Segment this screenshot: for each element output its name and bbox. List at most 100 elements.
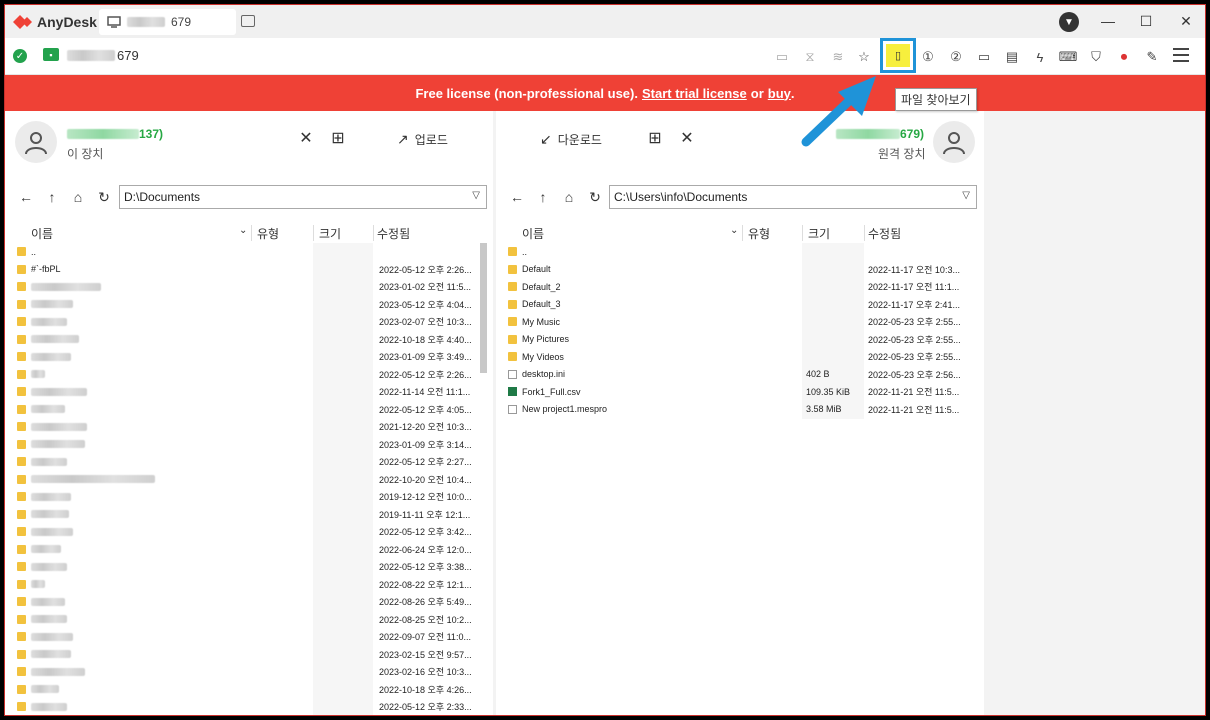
table-row[interactable]: My Music 2022-05-23 오후 2:55... (496, 313, 984, 331)
new-tab-icon[interactable] (241, 15, 255, 27)
close-button[interactable]: ✕ (1175, 11, 1197, 31)
col-type[interactable]: 유형 (748, 225, 770, 242)
table-row[interactable]: 2023-02-16 오전 10:3... (5, 663, 493, 681)
table-row[interactable]: 2022-05-12 오후 2:27... (5, 453, 493, 471)
new-folder-icon[interactable]: ⊞ (329, 129, 347, 147)
table-row[interactable]: Default 2022-11-17 오전 10:3... (496, 261, 984, 279)
monitor-2-icon[interactable]: ② (945, 46, 967, 68)
new-folder-icon[interactable]: ⊞ (646, 129, 664, 147)
table-row[interactable]: 2019-12-12 오전 10:0... (5, 488, 493, 506)
file-date: 2023-01-02 오전 11:5... (379, 282, 471, 293)
table-row[interactable]: 2022-05-12 오후 3:42... (5, 523, 493, 541)
table-row[interactable]: 2023-02-07 오전 10:3... (5, 313, 493, 331)
file-name: .. (31, 246, 37, 257)
up-icon[interactable]: ↑ (43, 188, 61, 206)
table-row[interactable]: .. (5, 243, 493, 261)
hourglass-icon[interactable]: ⧖ (799, 46, 821, 68)
table-row[interactable]: 2021-12-20 오전 10:3... (5, 418, 493, 436)
back-icon[interactable]: ← (17, 188, 35, 206)
table-row[interactable]: #`-fbPL 2022-05-12 오후 2:26... (5, 261, 493, 279)
display-icon[interactable]: ▭ (973, 46, 995, 68)
table-row[interactable]: 2023-01-02 오전 11:5... (5, 278, 493, 296)
table-row[interactable]: 2022-10-20 오전 10:4... (5, 471, 493, 489)
chat-icon[interactable]: ▤ (1001, 46, 1023, 68)
sort-chevron-icon[interactable]: ⌄ (239, 225, 247, 236)
chevron-down-icon[interactable]: ▽ (472, 190, 480, 201)
close-icon[interactable]: ✕ (297, 129, 315, 147)
table-row[interactable]: 2022-05-12 오후 3:38... (5, 558, 493, 576)
col-type[interactable]: 유형 (257, 225, 279, 242)
table-row[interactable]: 2022-08-26 오후 5:49... (5, 593, 493, 611)
database-icon[interactable]: ≋ (827, 46, 849, 68)
table-row[interactable]: 2023-05-12 오후 4:04... (5, 296, 493, 314)
table-row[interactable]: Fork1_Full.csv 109.35 KiB 2022-11-21 오전 11… (496, 383, 984, 401)
table-row[interactable]: .. (496, 243, 984, 261)
folder-icon (17, 614, 26, 624)
table-row[interactable]: Default_2 2022-11-17 오전 11:1... (496, 278, 984, 296)
back-icon[interactable]: ← (508, 188, 526, 206)
download-button[interactable]: ↙ 다운로드 (540, 131, 602, 148)
col-name[interactable]: 이름 (31, 225, 53, 242)
table-row[interactable]: desktop.ini 402 B 2022-05-23 오후 2:56... (496, 366, 984, 384)
file-browser-icon[interactable]: ▯ (886, 44, 910, 67)
banner-period: . (790, 85, 795, 101)
col-modified[interactable]: 수정됨 (868, 225, 901, 242)
col-size[interactable]: 크기 (808, 225, 830, 242)
screen-off-icon[interactable]: ▭ (771, 46, 793, 68)
table-row[interactable]: 2022-10-18 오후 4:40... (5, 331, 493, 349)
file-browser-button-highlight[interactable]: ▯ (880, 38, 916, 73)
up-icon[interactable]: ↑ (534, 188, 552, 206)
remote-path-text: C:\Users\info\Documents (614, 190, 748, 204)
redacted-file-name (31, 545, 61, 554)
start-trial-link[interactable]: Start trial license (642, 86, 747, 101)
table-row[interactable]: My Videos 2022-05-23 오후 2:55... (496, 348, 984, 366)
buy-link[interactable]: buy (768, 86, 791, 101)
table-row[interactable]: 2023-01-09 오후 3:49... (5, 348, 493, 366)
table-row[interactable]: New project1.mespro 3.58 MiB 2022-11-21 오전… (496, 401, 984, 419)
table-row[interactable]: 2022-11-14 오전 11:1... (5, 383, 493, 401)
maximize-button[interactable]: ☐ (1135, 11, 1157, 31)
table-row[interactable]: 2022-09-07 오전 11:0... (5, 628, 493, 646)
remote-monitor-icon[interactable]: ▪ (43, 48, 59, 61)
table-row[interactable]: 2019-11-11 오후 12:1... (5, 506, 493, 524)
hamburger-menu-icon[interactable] (1173, 48, 1189, 62)
table-row[interactable]: 2022-08-25 오전 10:2... (5, 611, 493, 629)
refresh-icon[interactable]: ↻ (586, 188, 604, 206)
home-icon[interactable]: ⌂ (69, 188, 87, 206)
shield-icon[interactable]: ⛉ (1085, 46, 1107, 68)
close-icon[interactable]: ✕ (678, 129, 696, 147)
record-icon[interactable]: ⏺ (1113, 46, 1135, 68)
refresh-icon[interactable]: ↻ (95, 188, 113, 206)
file-date: 2023-05-12 오후 4:04... (379, 299, 472, 310)
col-name[interactable]: 이름 (522, 225, 544, 242)
upload-button[interactable]: ↗ 업로드 (397, 131, 448, 148)
local-path-input[interactable]: D:\Documents ▽ (119, 185, 487, 209)
table-row[interactable]: 2022-10-18 오후 4:26... (5, 681, 493, 699)
table-row[interactable]: Default_3 2022-11-17 오후 2:41... (496, 296, 984, 314)
lightning-icon[interactable]: ϟ (1029, 46, 1051, 68)
table-row[interactable]: 2023-01-09 오후 3:14... (5, 436, 493, 454)
sort-chevron-icon[interactable]: ⌄ (730, 225, 738, 236)
table-row[interactable]: 2022-08-22 오후 12:1... (5, 576, 493, 594)
table-row[interactable]: My Pictures 2022-05-23 오후 2:55... (496, 331, 984, 349)
table-row[interactable]: 2022-06-24 오후 12:0... (5, 541, 493, 559)
col-modified[interactable]: 수정됨 (377, 225, 410, 242)
chevron-down-icon[interactable]: ▽ (962, 190, 970, 201)
remote-path-input[interactable]: C:\Users\info\Documents ▽ (609, 185, 977, 209)
download-icon[interactable]: ▼ (1059, 12, 1079, 32)
monitor-1-icon[interactable]: ① (917, 46, 939, 68)
home-icon[interactable]: ⌂ (560, 188, 578, 206)
star-icon[interactable]: ☆ (853, 46, 875, 68)
pen-icon[interactable]: ✎ (1141, 46, 1163, 68)
local-scrollbar[interactable] (480, 243, 487, 373)
minimize-button[interactable]: — (1097, 11, 1119, 31)
folder-icon (17, 597, 26, 607)
table-row[interactable]: 2022-05-12 오후 4:05... (5, 401, 493, 419)
table-row[interactable]: 2023-02-15 오전 9:57... (5, 646, 493, 664)
keyboard-icon[interactable]: ⌨ (1057, 46, 1079, 68)
table-row[interactable]: 2022-05-12 오후 2:26... (5, 366, 493, 384)
redacted-file-name (31, 370, 45, 379)
table-row[interactable]: 2022-05-12 오후 2:33... (5, 698, 493, 715)
session-tab[interactable]: 679 (99, 9, 236, 35)
col-size[interactable]: 크기 (319, 225, 341, 242)
